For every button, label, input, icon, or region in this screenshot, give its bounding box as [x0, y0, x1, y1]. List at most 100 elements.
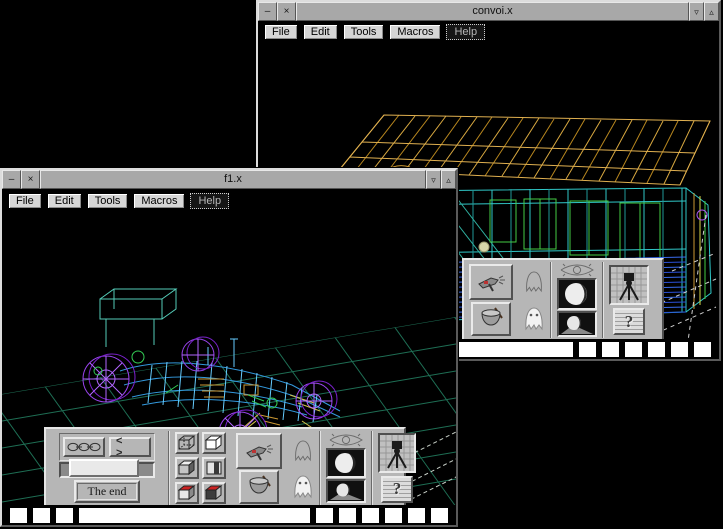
- animation-controls: < >: [59, 433, 155, 461]
- f1-rear-wing: [100, 289, 176, 347]
- frame-cell[interactable]: [648, 342, 665, 357]
- help-question-mark: ?: [625, 312, 634, 332]
- frame-slider-thumb[interactable]: [69, 459, 139, 477]
- red-top-cube-icon: [178, 485, 196, 501]
- step-arrows-label: < >: [112, 435, 148, 459]
- timeline-range-bar[interactable]: [79, 508, 310, 523]
- preview-sphere-icon: [328, 481, 364, 501]
- material-mode-button[interactable]: [175, 482, 199, 504]
- hidden-line-cube-icon: [205, 435, 223, 451]
- frame-cell[interactable]: [339, 508, 356, 523]
- red-dark-cube-icon: [205, 485, 223, 501]
- shaded-mode-button[interactable]: [175, 457, 199, 479]
- maximize-button[interactable]: ▵: [704, 2, 719, 21]
- render-shaded-button[interactable]: [326, 448, 366, 478]
- paint-bucket-icon: [478, 307, 504, 331]
- ghost-solid-button[interactable]: [523, 305, 545, 331]
- frame-cell[interactable]: [385, 508, 402, 523]
- panel-section-camera-help: ?: [373, 429, 421, 507]
- help-button[interactable]: ?: [613, 308, 645, 335]
- ghost-outline-icon: [293, 438, 313, 462]
- close-button[interactable]: ×: [21, 170, 40, 189]
- textured-mode-button[interactable]: [202, 482, 226, 504]
- step-arrows-button[interactable]: < >: [109, 437, 151, 457]
- chain-icon: [67, 441, 101, 453]
- ghost-solid-button[interactable]: [292, 473, 314, 499]
- help-question-mark: ?: [393, 479, 402, 499]
- menubar-convoi: File Edit Tools Macros Help: [264, 24, 485, 40]
- titlebar-convoi[interactable]: – × convoi.x ▿ ▵: [258, 2, 719, 21]
- frame-cell[interactable]: [625, 342, 642, 357]
- airbrush-button[interactable]: [236, 433, 282, 469]
- menu-file[interactable]: File: [264, 24, 298, 40]
- ghost-outline-button[interactable]: [524, 269, 544, 293]
- menu-help[interactable]: Help: [190, 193, 229, 209]
- frame-cell[interactable]: [33, 508, 50, 523]
- window-menu-button[interactable]: –: [2, 170, 21, 189]
- wireframe-mode-button[interactable]: [175, 432, 199, 454]
- camera-view-button[interactable]: [378, 433, 416, 473]
- render-preview-button[interactable]: [557, 311, 597, 337]
- panel-section-render: [552, 260, 602, 340]
- iconify-button[interactable]: ▿: [426, 170, 441, 189]
- frame-cell[interactable]: [10, 508, 27, 523]
- viewport-f1[interactable]: File Edit Tools Macros Help: [2, 189, 456, 525]
- menu-help[interactable]: Help: [446, 24, 485, 40]
- ghost-outline-icon: [524, 269, 544, 293]
- menu-file[interactable]: File: [8, 193, 42, 209]
- frame-cell[interactable]: [316, 508, 333, 523]
- frame-cell[interactable]: [431, 508, 448, 523]
- frame-cell[interactable]: [579, 342, 596, 357]
- f1-wheel-rear-left: [83, 354, 135, 402]
- maximize-button[interactable]: ▵: [441, 170, 456, 189]
- frame-slider[interactable]: [59, 462, 155, 478]
- window-title: convoi.x: [296, 2, 689, 21]
- titlebar-f1[interactable]: – × f1.x ▿ ▵: [2, 170, 456, 189]
- frame-cell[interactable]: [671, 342, 688, 357]
- panel-section-display-modes: [170, 429, 231, 507]
- frame-cell[interactable]: [56, 508, 73, 523]
- frame-cell[interactable]: [694, 342, 711, 357]
- window-title: f1.x: [40, 170, 426, 189]
- panel-section-render: [321, 429, 371, 507]
- menu-macros[interactable]: Macros: [389, 24, 441, 40]
- ghost-solid-icon: [523, 305, 545, 331]
- panel-section-tools: [464, 260, 518, 340]
- tool-panel-f1: < > The end: [44, 427, 406, 509]
- camera-tripod-icon: [380, 435, 414, 471]
- display-mode-grid: [175, 432, 226, 504]
- frame-cell[interactable]: [362, 508, 379, 523]
- menubar-f1: File Edit Tools Macros Help: [8, 193, 229, 209]
- eye-icon: [559, 263, 595, 277]
- panel-section-tools: [231, 429, 287, 507]
- eye-icon: [328, 433, 364, 447]
- help-button[interactable]: ?: [381, 476, 413, 503]
- iconify-button[interactable]: ▿: [689, 2, 704, 21]
- ghost-solid-icon: [292, 473, 314, 499]
- shaded-sphere-icon: [559, 280, 595, 308]
- render-preview-button[interactable]: [326, 479, 366, 503]
- render-shaded-button[interactable]: [557, 278, 597, 310]
- the-end-button[interactable]: The end: [74, 480, 141, 503]
- menu-edit[interactable]: Edit: [303, 24, 338, 40]
- airbrush-button[interactable]: [469, 264, 513, 300]
- chain-button[interactable]: [63, 437, 105, 457]
- close-button[interactable]: ×: [277, 2, 296, 21]
- ghost-outline-button[interactable]: [293, 438, 313, 462]
- camera-view-button[interactable]: [609, 265, 649, 305]
- frame-cell[interactable]: [408, 508, 425, 523]
- menu-macros[interactable]: Macros: [133, 193, 185, 209]
- hidden-line-mode-button[interactable]: [202, 432, 226, 454]
- window-menu-button[interactable]: –: [258, 2, 277, 21]
- menu-tools[interactable]: Tools: [343, 24, 385, 40]
- menu-edit[interactable]: Edit: [47, 193, 82, 209]
- panel-section-camera-help: ?: [604, 260, 654, 340]
- airbrush-icon: [243, 439, 275, 463]
- paint-bucket-button[interactable]: [239, 470, 279, 504]
- panel-section-ghosts: [518, 260, 550, 340]
- frame-cell[interactable]: [602, 342, 619, 357]
- menu-tools[interactable]: Tools: [87, 193, 129, 209]
- split-shade-mode-button[interactable]: [202, 457, 226, 479]
- panel-section-animation: < > The end: [46, 429, 168, 507]
- paint-bucket-button[interactable]: [471, 302, 511, 336]
